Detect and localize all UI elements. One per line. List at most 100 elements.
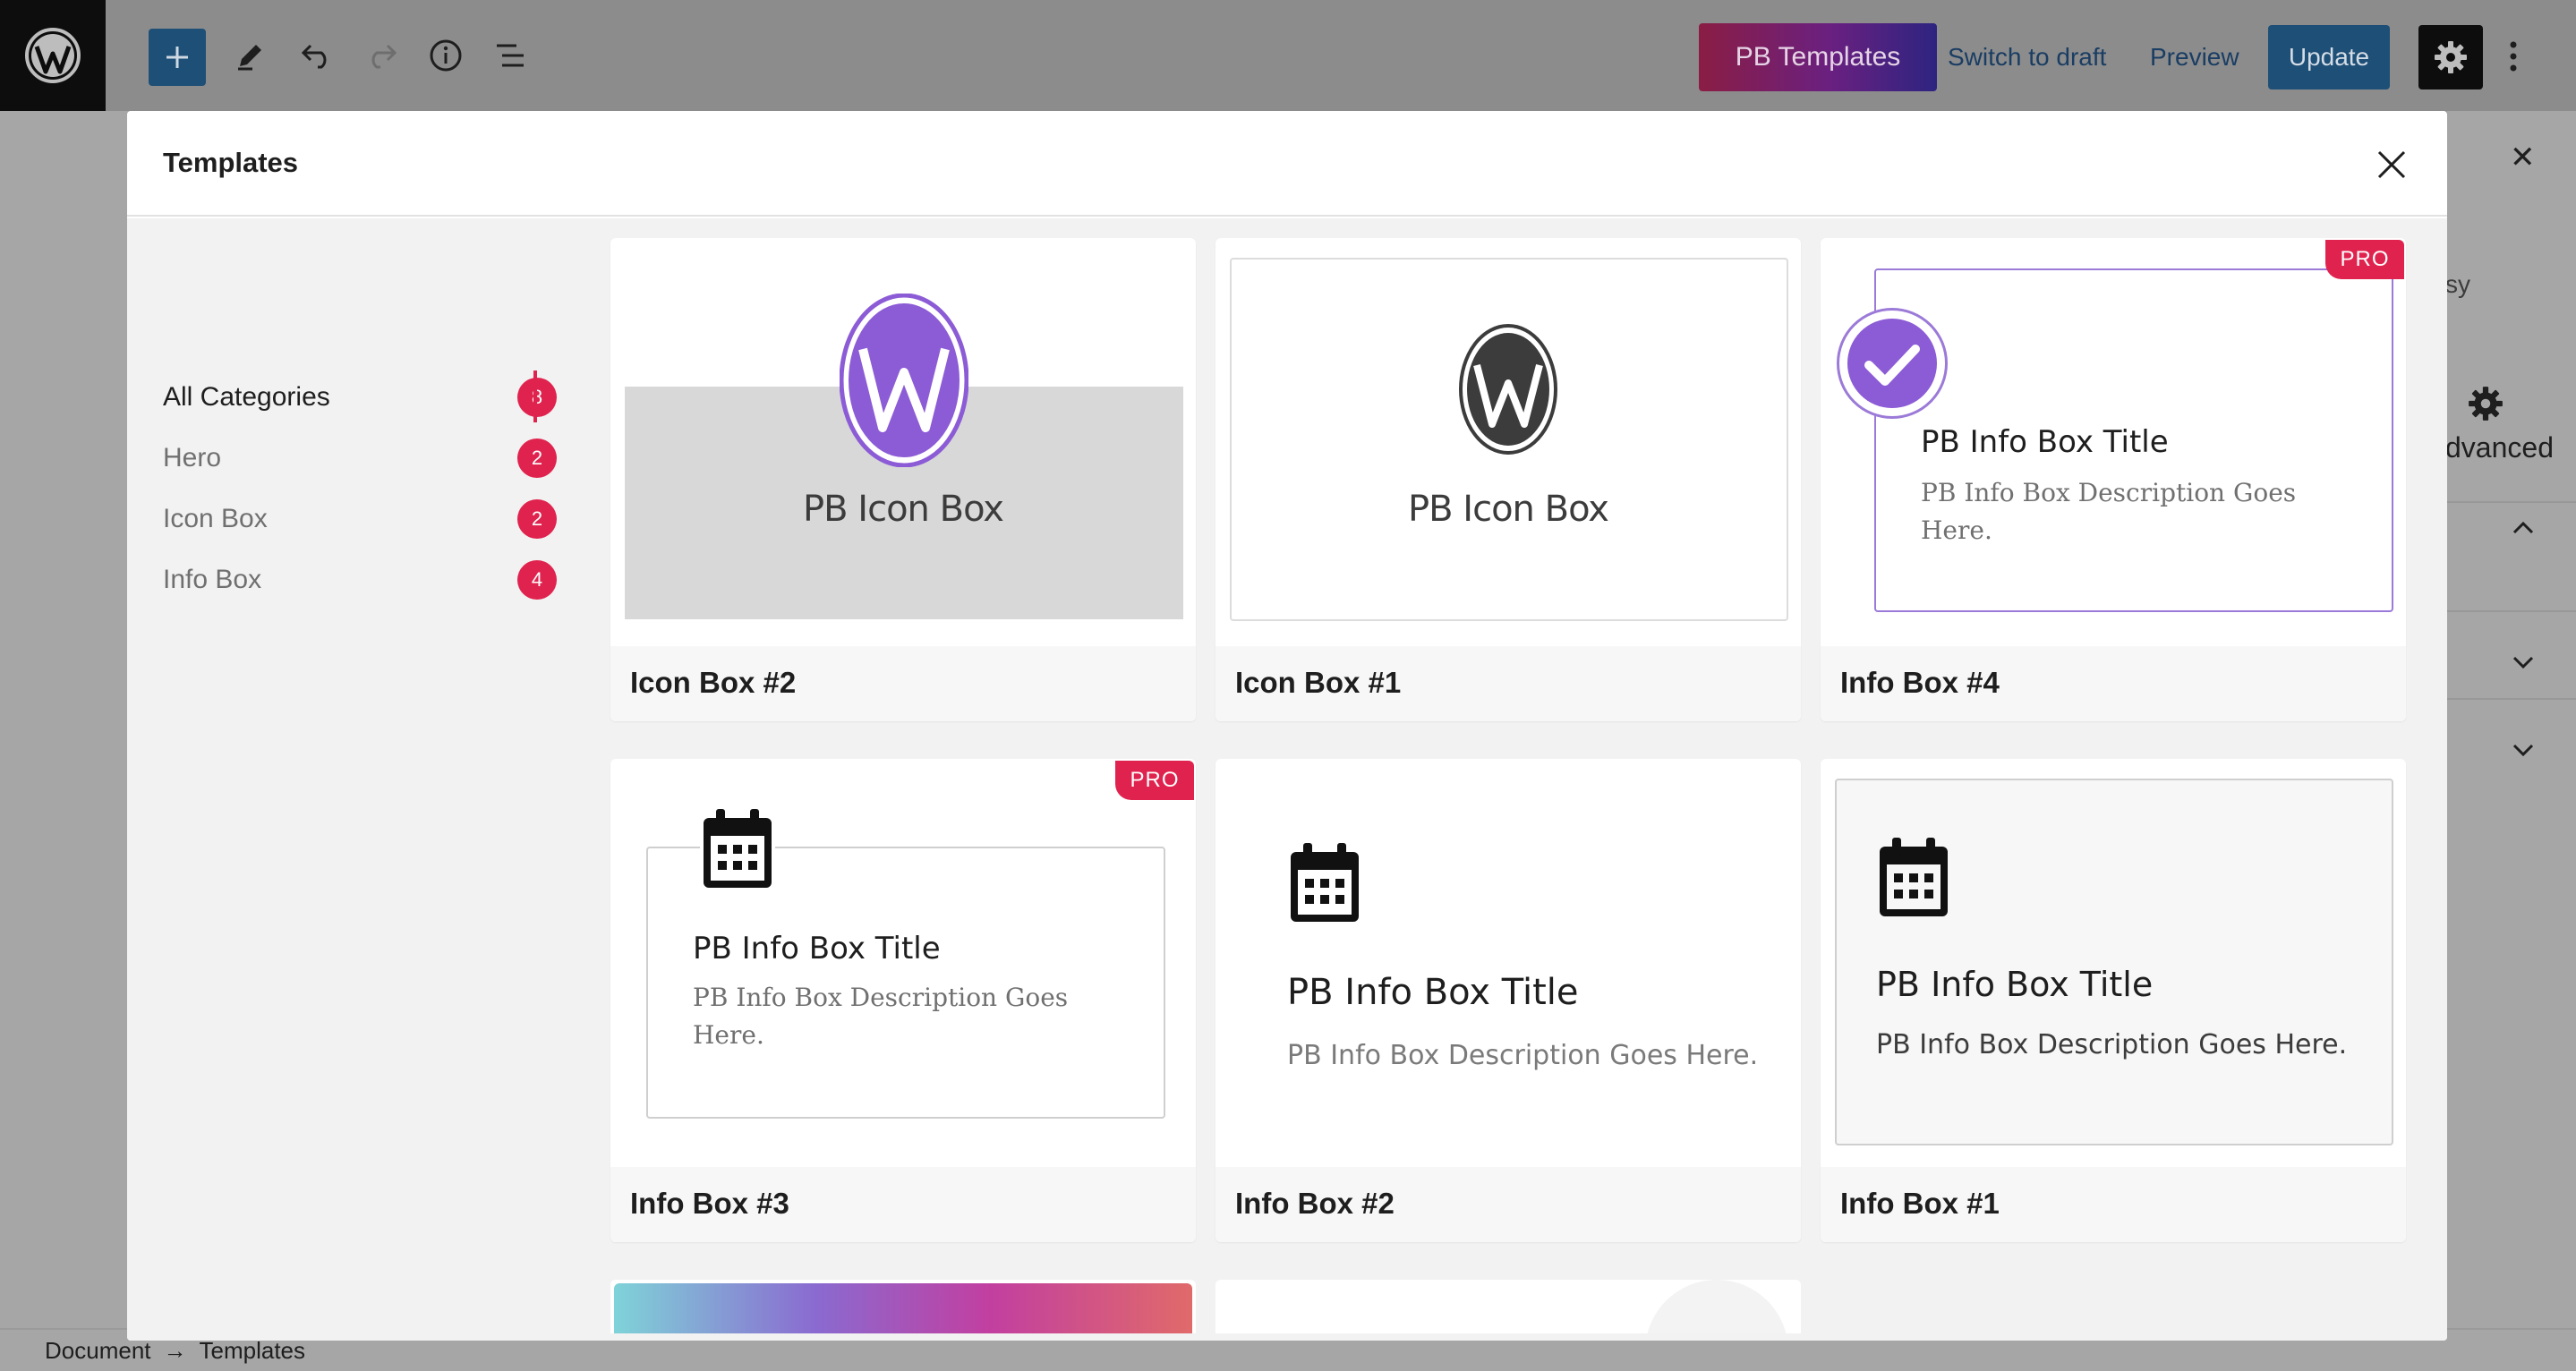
redo-icon xyxy=(371,44,397,69)
preview-description-line: Here. xyxy=(693,1020,764,1050)
category-info-box[interactable]: Info Box 4 xyxy=(163,557,557,603)
preview-gradient xyxy=(614,1283,1192,1333)
check-circle-icon xyxy=(1847,319,1937,408)
info-icon xyxy=(430,39,462,72)
category-icon-box[interactable]: Icon Box 2 xyxy=(163,496,557,542)
category-all[interactable]: All Categories 8 xyxy=(163,374,557,421)
calendar-icon xyxy=(700,807,775,891)
wordpress-logo-button[interactable] xyxy=(0,0,106,111)
modal-header: Templates xyxy=(127,111,2447,217)
calendar-icon xyxy=(1291,843,1359,922)
details-button[interactable] xyxy=(417,27,474,84)
calendar-icon xyxy=(1880,838,1948,916)
undo-icon xyxy=(301,44,327,69)
breadcrumb-separator: → xyxy=(163,1336,187,1364)
chevron-up-icon[interactable] xyxy=(2512,512,2535,542)
sidebar-divider xyxy=(2445,698,2576,700)
category-label: Icon Box xyxy=(163,504,268,533)
pro-badge: PRO xyxy=(2325,240,2404,279)
template-card-partial[interactable] xyxy=(1215,1280,1801,1333)
add-block-button[interactable] xyxy=(149,29,206,86)
card-footer: Info Box #2 xyxy=(1215,1167,1801,1242)
pencil-icon xyxy=(238,45,261,71)
category-label: Info Box xyxy=(163,565,262,594)
sidebar-partial-text: sy xyxy=(2445,270,2470,298)
wordpress-logo-icon xyxy=(1459,324,1557,455)
advanced-gear-icon xyxy=(2467,385,2504,427)
template-card-icon-box-2[interactable]: PB Icon Box Icon Box #2 xyxy=(610,238,1196,721)
template-card-icon-box-1[interactable]: PB Icon Box Icon Box #1 xyxy=(1215,238,1801,721)
category-count-badge: 2 xyxy=(517,439,557,478)
editor-header: PB Templates Switch to draft Preview Upd… xyxy=(0,0,2576,111)
preview-description: PB Info Box Description Goes Here. xyxy=(1876,1029,2348,1060)
preview-frame xyxy=(1835,779,2393,1145)
plus-icon xyxy=(166,47,188,68)
options-button[interactable] xyxy=(2495,27,2531,86)
breadcrumb-item-document[interactable]: Document xyxy=(45,1337,151,1365)
card-label: Icon Box #1 xyxy=(1235,666,1402,699)
redo-button[interactable] xyxy=(353,27,410,84)
pro-badge: PRO xyxy=(1115,761,1194,800)
category-label: Hero xyxy=(163,443,222,473)
active-category-indicator xyxy=(533,370,537,422)
settings-button[interactable] xyxy=(2418,25,2483,89)
card-footer: Icon Box #2 xyxy=(610,646,1196,721)
tools-button[interactable] xyxy=(222,27,279,84)
wordpress-logo-icon xyxy=(25,28,81,83)
preview-description: PB Info Box Description Goes Here. xyxy=(693,979,1068,1054)
switch-to-draft-button[interactable]: Switch to draft xyxy=(1948,23,2106,91)
preview-title: PB Info Box Title xyxy=(1876,965,2154,1004)
list-view-button[interactable] xyxy=(482,27,539,84)
breadcrumb-item-templates[interactable]: Templates xyxy=(200,1337,306,1365)
preview-title: PB Info Box Title xyxy=(1287,972,1579,1013)
list-view-icon xyxy=(497,44,524,67)
template-card-partial-hero[interactable] xyxy=(610,1280,1196,1333)
advanced-tab[interactable]: dvanced xyxy=(2445,431,2554,464)
category-hero[interactable]: Hero 2 xyxy=(163,435,557,481)
more-vertical-icon xyxy=(2510,41,2517,72)
chevron-down-icon[interactable] xyxy=(2512,646,2535,677)
category-count-badge: 4 xyxy=(517,560,557,600)
card-footer: Info Box #3 xyxy=(610,1167,1196,1242)
card-label: Info Box #2 xyxy=(1235,1187,1395,1220)
preview-description-line: PB Info Box Description Goes xyxy=(1921,478,2297,507)
modal-close-button[interactable] xyxy=(2370,143,2413,186)
sidebar-divider xyxy=(2445,610,2576,612)
modal-title: Templates xyxy=(163,147,299,178)
preview-title: PB Info Box Title xyxy=(1921,424,2169,460)
card-label: Info Box #4 xyxy=(1840,666,2000,699)
preview-title: PB Icon Box xyxy=(803,489,1004,530)
chevron-down-icon[interactable] xyxy=(2512,734,2535,764)
sidebar-divider xyxy=(2445,501,2576,503)
undo-button[interactable] xyxy=(288,27,345,84)
preview-title: PB Icon Box xyxy=(1408,489,1609,530)
template-card-info-box-2[interactable]: PB Info Box Title PB Info Box Descriptio… xyxy=(1215,759,1801,1242)
preview-description-line: Here. xyxy=(1921,515,1992,545)
template-card-info-box-1[interactable]: PB Info Box Title PB Info Box Descriptio… xyxy=(1821,759,2406,1242)
templates-modal: Templates All Categories 8 Hero 2 Icon B… xyxy=(127,111,2447,1341)
card-label: Info Box #1 xyxy=(1840,1187,2000,1220)
template-grid: PB Icon Box Icon Box #2 PB Icon Box Icon… xyxy=(575,218,2447,1341)
card-footer: Icon Box #1 xyxy=(1215,646,1801,721)
preview-description: PB Info Box Description Goes Here. xyxy=(1921,474,2296,549)
category-sidebar: All Categories 8 Hero 2 Icon Box 2 Info … xyxy=(127,218,575,1341)
card-label: Info Box #3 xyxy=(630,1187,789,1220)
card-footer: Info Box #4 xyxy=(1821,646,2406,721)
sidebar-close-icon[interactable]: ✕ xyxy=(2510,140,2536,175)
category-count-badge: 8 xyxy=(517,378,557,417)
gear-icon xyxy=(2435,41,2467,73)
card-footer: Info Box #1 xyxy=(1821,1167,2406,1242)
category-label: All Categories xyxy=(163,382,330,412)
wordpress-logo-icon xyxy=(840,294,968,467)
preview-title: PB Info Box Title xyxy=(693,931,941,967)
preview-button[interactable]: Preview xyxy=(2150,23,2239,91)
update-button[interactable]: Update xyxy=(2268,25,2390,89)
template-card-info-box-3[interactable]: PB Info Box Title PB Info Box Descriptio… xyxy=(610,759,1196,1242)
pb-templates-button[interactable]: PB Templates xyxy=(1699,23,1937,91)
preview-description-line: PB Info Box Description Goes xyxy=(693,983,1069,1012)
category-count-badge: 2 xyxy=(517,499,557,539)
close-icon xyxy=(2377,150,2406,179)
card-label: Icon Box #2 xyxy=(630,666,797,699)
template-card-info-box-4[interactable]: PB Info Box Title PB Info Box Descriptio… xyxy=(1821,238,2406,721)
preview-description: PB Info Box Description Goes Here. xyxy=(1287,1040,1759,1071)
